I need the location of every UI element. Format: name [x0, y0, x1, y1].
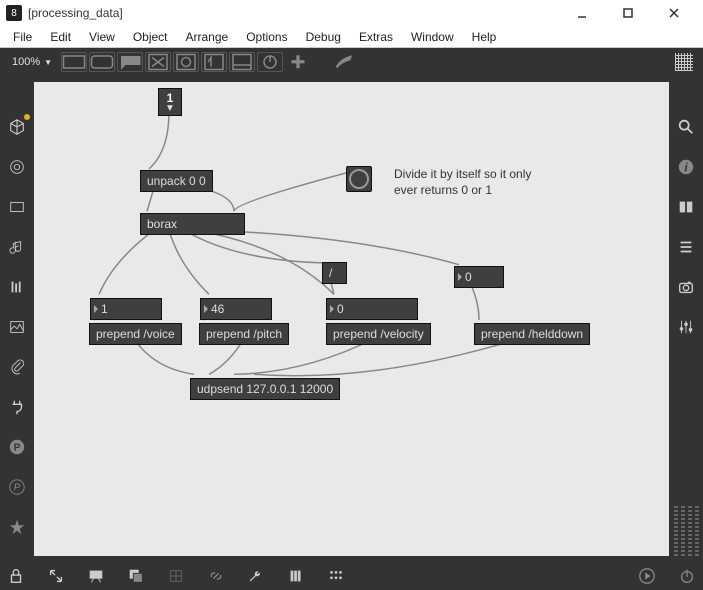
zoom-label: 100%	[12, 56, 40, 68]
maximize-button[interactable]	[605, 0, 651, 26]
search-icon[interactable]	[675, 116, 697, 138]
letter-p-icon[interactable]: P	[6, 436, 28, 458]
menu-object[interactable]: Object	[124, 28, 177, 46]
minimize-button[interactable]	[559, 0, 605, 26]
divide-object[interactable]: /	[322, 262, 347, 284]
menu-arrange[interactable]: Arrange	[177, 28, 238, 46]
book-icon[interactable]	[675, 196, 697, 218]
presentation-icon[interactable]	[86, 566, 106, 586]
svg-text:P: P	[14, 483, 21, 494]
slider-icon[interactable]	[229, 52, 255, 72]
menu-edit[interactable]: Edit	[41, 28, 80, 46]
power-icon[interactable]	[677, 566, 697, 586]
number-velocity[interactable]: 0	[326, 298, 418, 320]
menubar: File Edit View Object Arrange Options De…	[0, 26, 703, 48]
dial-icon[interactable]	[257, 52, 283, 72]
menu-debug[interactable]: Debug	[297, 28, 350, 46]
layers-icon[interactable]	[126, 566, 146, 586]
columns-icon[interactable]	[6, 276, 28, 298]
dots-icon[interactable]	[326, 566, 346, 586]
comment-line-2: ever returns 0 or 1	[394, 183, 531, 199]
wrench-icon[interactable]	[246, 566, 266, 586]
titlebar: 8 [processing_data]	[0, 0, 703, 26]
music-icon[interactable]	[6, 236, 28, 258]
play-icon[interactable]	[637, 566, 657, 586]
right-toolbar: i	[669, 76, 703, 562]
svg-text:P: P	[14, 443, 21, 454]
add-icon[interactable]	[285, 52, 311, 72]
menu-options[interactable]: Options	[237, 28, 296, 46]
list-icon[interactable]	[675, 236, 697, 258]
prepend-helddown-object[interactable]: prepend /helddown	[474, 323, 590, 345]
menu-extras[interactable]: Extras	[350, 28, 402, 46]
left-toolbar: P P	[0, 76, 34, 562]
zoom-select[interactable]: 100% ▼	[4, 56, 60, 68]
prepend-velocity-object[interactable]: prepend /velocity	[326, 323, 431, 345]
grid-icon[interactable]	[166, 566, 186, 586]
number-pitch[interactable]: 46	[200, 298, 272, 320]
menu-window[interactable]: Window	[402, 28, 463, 46]
udpsend-object[interactable]: udpsend 127.0.0.1 12000	[190, 378, 340, 400]
button-icon[interactable]	[173, 52, 199, 72]
menu-help[interactable]: Help	[463, 28, 506, 46]
prepend-pitch-object[interactable]: prepend /pitch	[199, 323, 289, 345]
expand-icon[interactable]	[46, 566, 66, 586]
chevron-down-icon: ▼	[165, 105, 175, 113]
target-icon[interactable]	[6, 156, 28, 178]
number-helddown[interactable]: 0	[454, 266, 504, 288]
new-comment-icon[interactable]	[117, 52, 143, 72]
patcher-canvas[interactable]: 1 ▼ unpack 0 0 Divide it by itself so it…	[34, 82, 669, 556]
bottom-toolbar	[0, 562, 703, 590]
number-voice[interactable]: 1	[90, 298, 162, 320]
plug-icon[interactable]	[6, 396, 28, 418]
paperclip-icon[interactable]	[6, 356, 28, 378]
button-object[interactable]	[346, 166, 372, 192]
top-toolbar: 100% ▼	[0, 48, 703, 76]
toggle-icon[interactable]	[145, 52, 171, 72]
sliders-icon[interactable]	[675, 316, 697, 338]
close-button[interactable]	[651, 0, 697, 26]
number-icon[interactable]	[201, 52, 227, 72]
image-icon[interactable]	[6, 316, 28, 338]
letter-p2-icon[interactable]: P	[6, 476, 28, 498]
menu-file[interactable]: File	[4, 28, 41, 46]
piano-icon[interactable]	[286, 566, 306, 586]
level-meters	[673, 496, 699, 556]
grip-icon	[675, 53, 693, 71]
unpack-object[interactable]: unpack 0 0	[140, 170, 213, 192]
camera-icon[interactable]	[675, 276, 697, 298]
comment-line-1: Divide it by itself so it only	[394, 167, 531, 183]
app-icon: 8	[6, 5, 22, 21]
new-message-icon[interactable]	[89, 52, 115, 72]
star-icon[interactable]	[6, 516, 28, 538]
prepend-voice-object[interactable]: prepend /voice	[89, 323, 182, 345]
inlet-object[interactable]: 1 ▼	[158, 88, 182, 116]
window-title: [processing_data]	[28, 6, 559, 20]
brush-icon[interactable]	[331, 52, 357, 72]
info-icon[interactable]: i	[675, 156, 697, 178]
new-object-icon[interactable]	[61, 52, 87, 72]
lock-icon[interactable]	[6, 566, 26, 586]
chevron-down-icon: ▼	[44, 58, 52, 67]
workspace: P P i	[0, 76, 703, 562]
cube-icon[interactable]	[6, 116, 28, 138]
panel-icon[interactable]	[6, 196, 28, 218]
menu-view[interactable]: View	[80, 28, 124, 46]
borax-object[interactable]: borax	[140, 213, 245, 235]
comment-text: Divide it by itself so it only ever retu…	[394, 167, 531, 198]
link-icon[interactable]	[206, 566, 226, 586]
